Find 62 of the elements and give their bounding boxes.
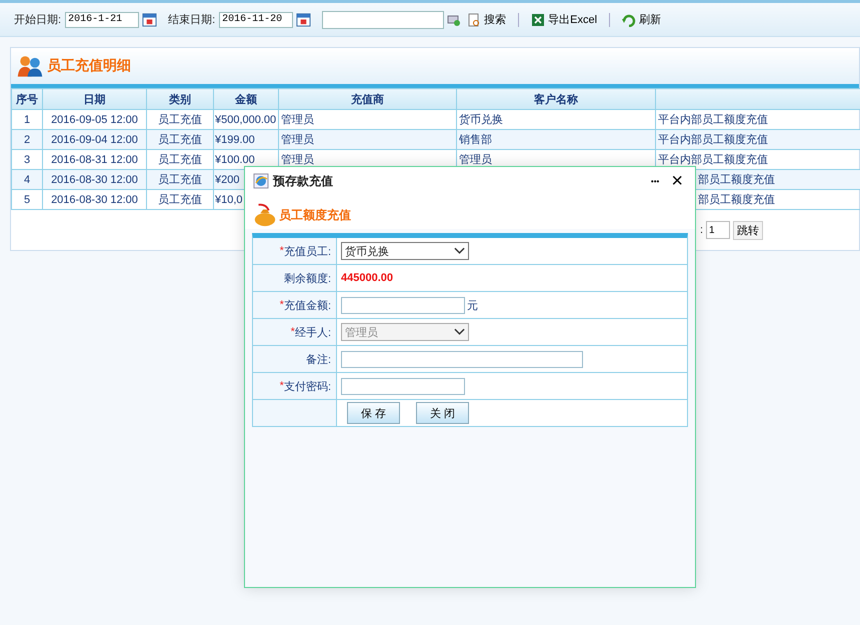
table-cell: 员工充值 (146, 130, 214, 150)
input-field[interactable] (341, 296, 465, 314)
field-label: 剩余额度: (284, 272, 331, 286)
input-field[interactable] (341, 350, 583, 368)
browser-icon (253, 173, 269, 189)
dropdown[interactable]: 货币兑换 (341, 242, 469, 260)
search-field[interactable] (322, 10, 444, 28)
table-cell: 员工充值 (146, 170, 214, 190)
table-cell: 员工充值 (146, 190, 214, 210)
field-label: 支付密码: (284, 380, 331, 394)
input-field[interactable] (341, 378, 465, 394)
field-label: 充值员工: (284, 244, 331, 258)
end-date-field[interactable]: 2016-11-20 (219, 12, 294, 28)
document-search-icon (467, 12, 482, 26)
chevron-icon (454, 247, 465, 255)
unit-label: 元 (467, 298, 478, 312)
spreadsheet-icon (531, 12, 546, 26)
required-mark: * (280, 299, 284, 311)
start-date-label: 开始日期: (14, 13, 62, 27)
column-header: 日期 (42, 88, 146, 110)
pager-label: : (700, 224, 703, 236)
column-header: 客户名称 (456, 88, 656, 110)
table-cell: 2016-08-30 12:00 (42, 190, 146, 210)
dialog-button[interactable]: 保 存 (347, 402, 400, 424)
panel-title: 员工充值明细 (47, 57, 131, 75)
close-button[interactable]: × (667, 171, 687, 191)
required-mark: * (290, 326, 295, 338)
table-cell: 平台内部员工额度充值 (656, 130, 860, 150)
dialog-button[interactable]: 关 闭 (416, 402, 469, 424)
chevron-icon (454, 328, 465, 336)
balance-value: 445000.00 (341, 272, 393, 284)
table-cell: 2 (12, 130, 42, 150)
table-cell: ¥199.00 (214, 130, 278, 150)
column-header: 充值商 (278, 88, 456, 110)
table-cell: 2016-09-04 12:00 (42, 130, 146, 150)
required-mark: * (280, 380, 284, 392)
dialog-subtitle: 员工额度充值 (279, 207, 351, 224)
required-mark: * (280, 245, 284, 257)
export-button[interactable]: 导出Excel (528, 12, 600, 27)
table-cell: 管理员 (278, 130, 456, 150)
search-button[interactable]: 搜索 (464, 12, 510, 27)
people-icon (17, 54, 43, 78)
column-header: 类别 (146, 88, 214, 110)
field-label: 经手人: (294, 326, 331, 340)
table-cell: 2016-08-30 12:00 (42, 170, 146, 190)
column-header: 序号 (12, 88, 42, 110)
field-label: 充值金额: (284, 298, 331, 312)
start-date-field[interactable]: 2016-1-21 (65, 12, 140, 28)
table-cell: 5 (12, 190, 42, 210)
money-bag-icon (253, 203, 277, 227)
end-date-label: 结束日期: (168, 13, 216, 27)
go-button[interactable]: 跳转 (733, 220, 763, 240)
table-cell: 销售部 (456, 130, 656, 150)
column-header: 金额 (214, 88, 278, 110)
card-icon[interactable] (447, 12, 462, 26)
refresh-button[interactable]: 刷新 (619, 12, 664, 27)
calendar-icon[interactable] (142, 12, 158, 27)
page-field[interactable]: 1 (706, 221, 730, 239)
refresh-icon (622, 12, 636, 26)
calendar-icon[interactable] (296, 12, 312, 27)
field-label: 备注: (306, 352, 331, 366)
table-cell: 4 (12, 170, 42, 190)
